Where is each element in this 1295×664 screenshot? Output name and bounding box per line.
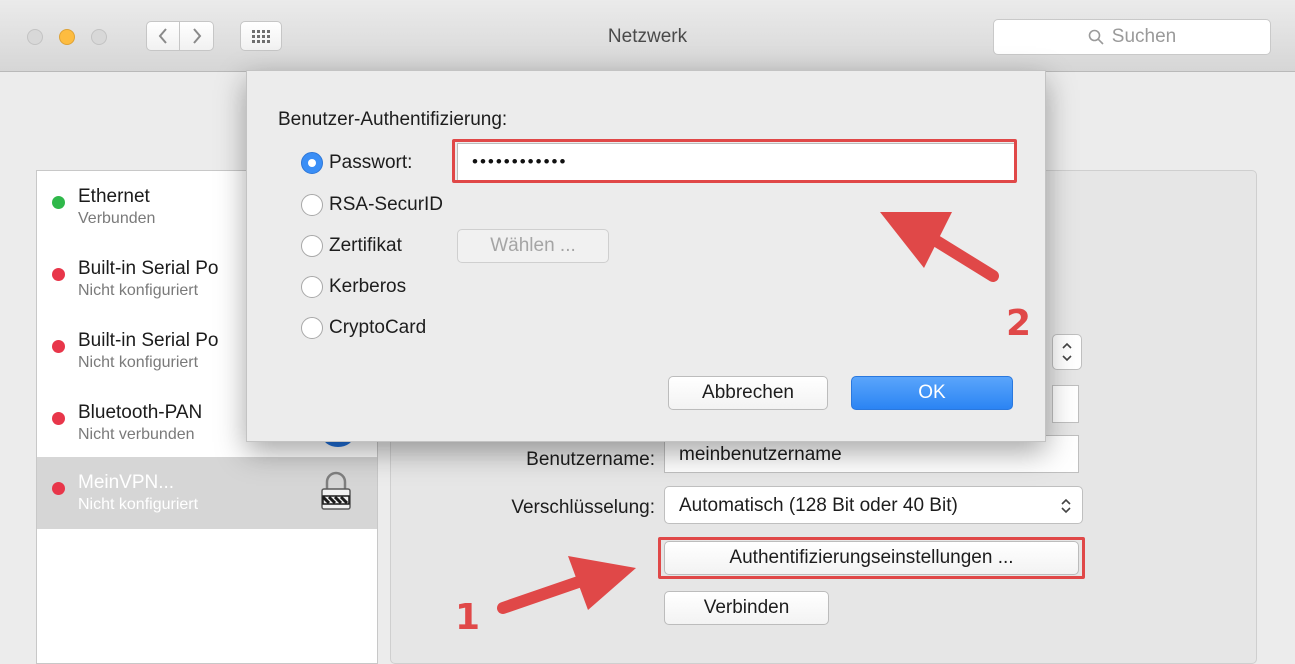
choose-certificate-button[interactable]: Wählen ... — [457, 229, 609, 263]
option-kerberos[interactable]: Kerberos — [301, 273, 406, 301]
option-password[interactable]: Passwort: — [301, 149, 412, 177]
status-dot-red — [52, 412, 65, 425]
encryption-value: Automatisch (128 Bit oder 40 Bit) — [679, 495, 958, 516]
authentication-sheet: Benutzer-Authentifizierung: Passwort: RS… — [246, 70, 1046, 442]
service-name: Built-in Serial Po — [78, 258, 219, 279]
radio-button[interactable] — [301, 194, 323, 216]
service-status: Nicht konfiguriert — [78, 282, 199, 299]
service-status: Verbunden — [78, 210, 156, 227]
search-field[interactable]: Suchen — [993, 19, 1271, 55]
radio-button[interactable] — [301, 276, 323, 298]
option-label: Passwort: — [329, 152, 413, 173]
encryption-label: Verschlüsselung: — [511, 497, 655, 518]
radio-button[interactable] — [301, 317, 323, 339]
popup-arrows-icon — [1062, 342, 1072, 362]
service-name: MeinVPN... — [78, 472, 175, 493]
service-name: Ethernet — [78, 186, 150, 207]
connect-button[interactable]: Verbinden — [664, 591, 829, 625]
encryption-popup[interactable]: Automatisch (128 Bit oder 40 Bit) — [664, 486, 1083, 524]
status-dot-red — [52, 268, 65, 281]
radio-button[interactable] — [301, 235, 323, 257]
vpn-lock-icon — [321, 471, 351, 510]
option-cryptocard[interactable]: CryptoCard — [301, 314, 426, 342]
cancel-button[interactable]: Abbrechen — [668, 376, 828, 410]
service-status: Nicht konfiguriert — [78, 496, 199, 513]
option-label: Zertifikat — [329, 235, 402, 256]
service-name: Built-in Serial Po — [78, 330, 219, 351]
radio-button-selected[interactable] — [301, 152, 323, 174]
search-placeholder: Suchen — [1111, 26, 1177, 47]
service-item-meinvpn[interactable]: MeinVPN... Nicht konfiguriert — [37, 457, 377, 529]
annotation-number-1: 1 — [455, 597, 481, 638]
title-bar: Netzwerk Suchen — [0, 0, 1295, 72]
service-status: Nicht konfiguriert — [78, 354, 199, 371]
option-label: CryptoCard — [329, 317, 427, 338]
sheet-title: Benutzer-Authentifizierung: — [278, 109, 508, 130]
password-highlight-box — [452, 139, 1017, 183]
option-label: Kerberos — [329, 276, 407, 297]
configuration-popup[interactable] — [1052, 334, 1082, 370]
service-status: Nicht verbunden — [78, 426, 195, 443]
option-certificate[interactable]: Zertifikat — [301, 232, 402, 260]
annotation-number-2: 2 — [1006, 303, 1032, 344]
search-icon — [1088, 29, 1104, 45]
username-label: Benutzername: — [526, 449, 655, 470]
option-rsa-securid[interactable]: RSA-SecurID — [301, 191, 443, 219]
auth-settings-highlight-box — [658, 537, 1085, 579]
server-address-field[interactable] — [1052, 385, 1079, 423]
network-preferences-window: Netzwerk Suchen Ethernet Verbunden Built… — [0, 0, 1295, 664]
service-name: Bluetooth-PAN — [78, 402, 203, 423]
status-dot-green — [52, 196, 65, 209]
status-dot-red — [52, 340, 65, 353]
option-label: RSA-SecurID — [329, 194, 444, 215]
status-dot-red — [52, 482, 65, 495]
ok-button[interactable]: OK — [851, 376, 1013, 410]
popup-arrows-icon — [1061, 498, 1071, 514]
